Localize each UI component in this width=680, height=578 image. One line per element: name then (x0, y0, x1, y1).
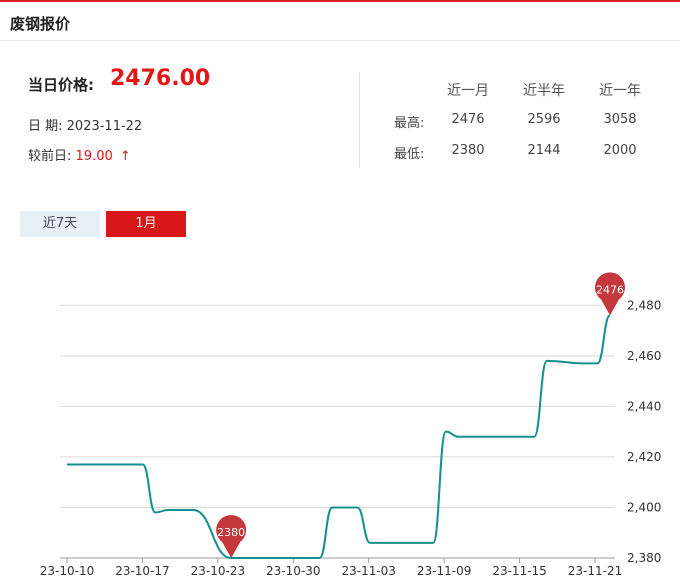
stats-header: 近半年 (523, 83, 565, 99)
stats-table: 近一月 近半年 近一年 最高: 2476 2596 3058 最低: 2380 … (380, 80, 680, 170)
y-tick-label: 2,460 (627, 349, 661, 363)
stats-header: 近一月 (447, 83, 489, 99)
stats-cell: 3058 (603, 112, 637, 127)
x-tick-label: 23-10-30 (266, 564, 320, 578)
x-tick-label: 23-10-17 (115, 564, 169, 578)
stats-cell: 2000 (603, 143, 637, 158)
change-row: 较前日: 19.00 ↑ (28, 145, 131, 164)
price-label: 当日价格: (28, 76, 94, 94)
tab-7-days[interactable]: 近7天 (20, 211, 100, 237)
price-value: 2476.00 (110, 66, 211, 91)
stats-cell: 2380 (451, 143, 485, 158)
y-tick-label: 2,420 (627, 450, 661, 464)
y-tick-label: 2,480 (627, 298, 661, 312)
change-value: 19.00 (75, 149, 113, 164)
x-tick-label: 23-11-15 (492, 564, 546, 578)
x-tick-label: 23-11-21 (568, 564, 622, 578)
x-tick-label: 23-10-10 (40, 564, 94, 578)
pin-marker-label: 2476 (596, 283, 624, 296)
y-tick-label: 2,400 (627, 500, 661, 514)
stats-cell: 2476 (451, 112, 485, 127)
y-tick-label: 2,380 (627, 551, 661, 565)
stats-cell: 2144 (527, 143, 561, 158)
stats-header: 近一年 (599, 83, 641, 99)
date-row: 日 期: 2023-11-22 (28, 115, 142, 134)
price-line-chart: 2,380 2,400 2,420 2,440 2,460 2,480 23-10-10 23… (40, 272, 661, 578)
x-tick-label: 23-10-23 (191, 564, 245, 578)
x-tick-label: 23-11-09 (417, 564, 471, 578)
change-label: 较前日: (28, 149, 72, 164)
x-tick-label: 23-11-03 (341, 564, 395, 578)
pin-marker-label: 2380 (217, 526, 245, 539)
date-label: 日 期: (28, 119, 63, 134)
panel-title: 废钢报价 (10, 15, 71, 33)
stats-cell: 2596 (527, 112, 561, 127)
date-value: 2023-11-22 (66, 119, 143, 134)
tab-1-month[interactable]: 1月 (106, 211, 186, 237)
panel-header: 废钢报价 (0, 2, 680, 41)
price-series-line (67, 314, 611, 559)
up-arrow-icon: ↑ (119, 149, 131, 164)
divider (359, 72, 360, 168)
y-tick-label: 2,440 (627, 399, 661, 413)
